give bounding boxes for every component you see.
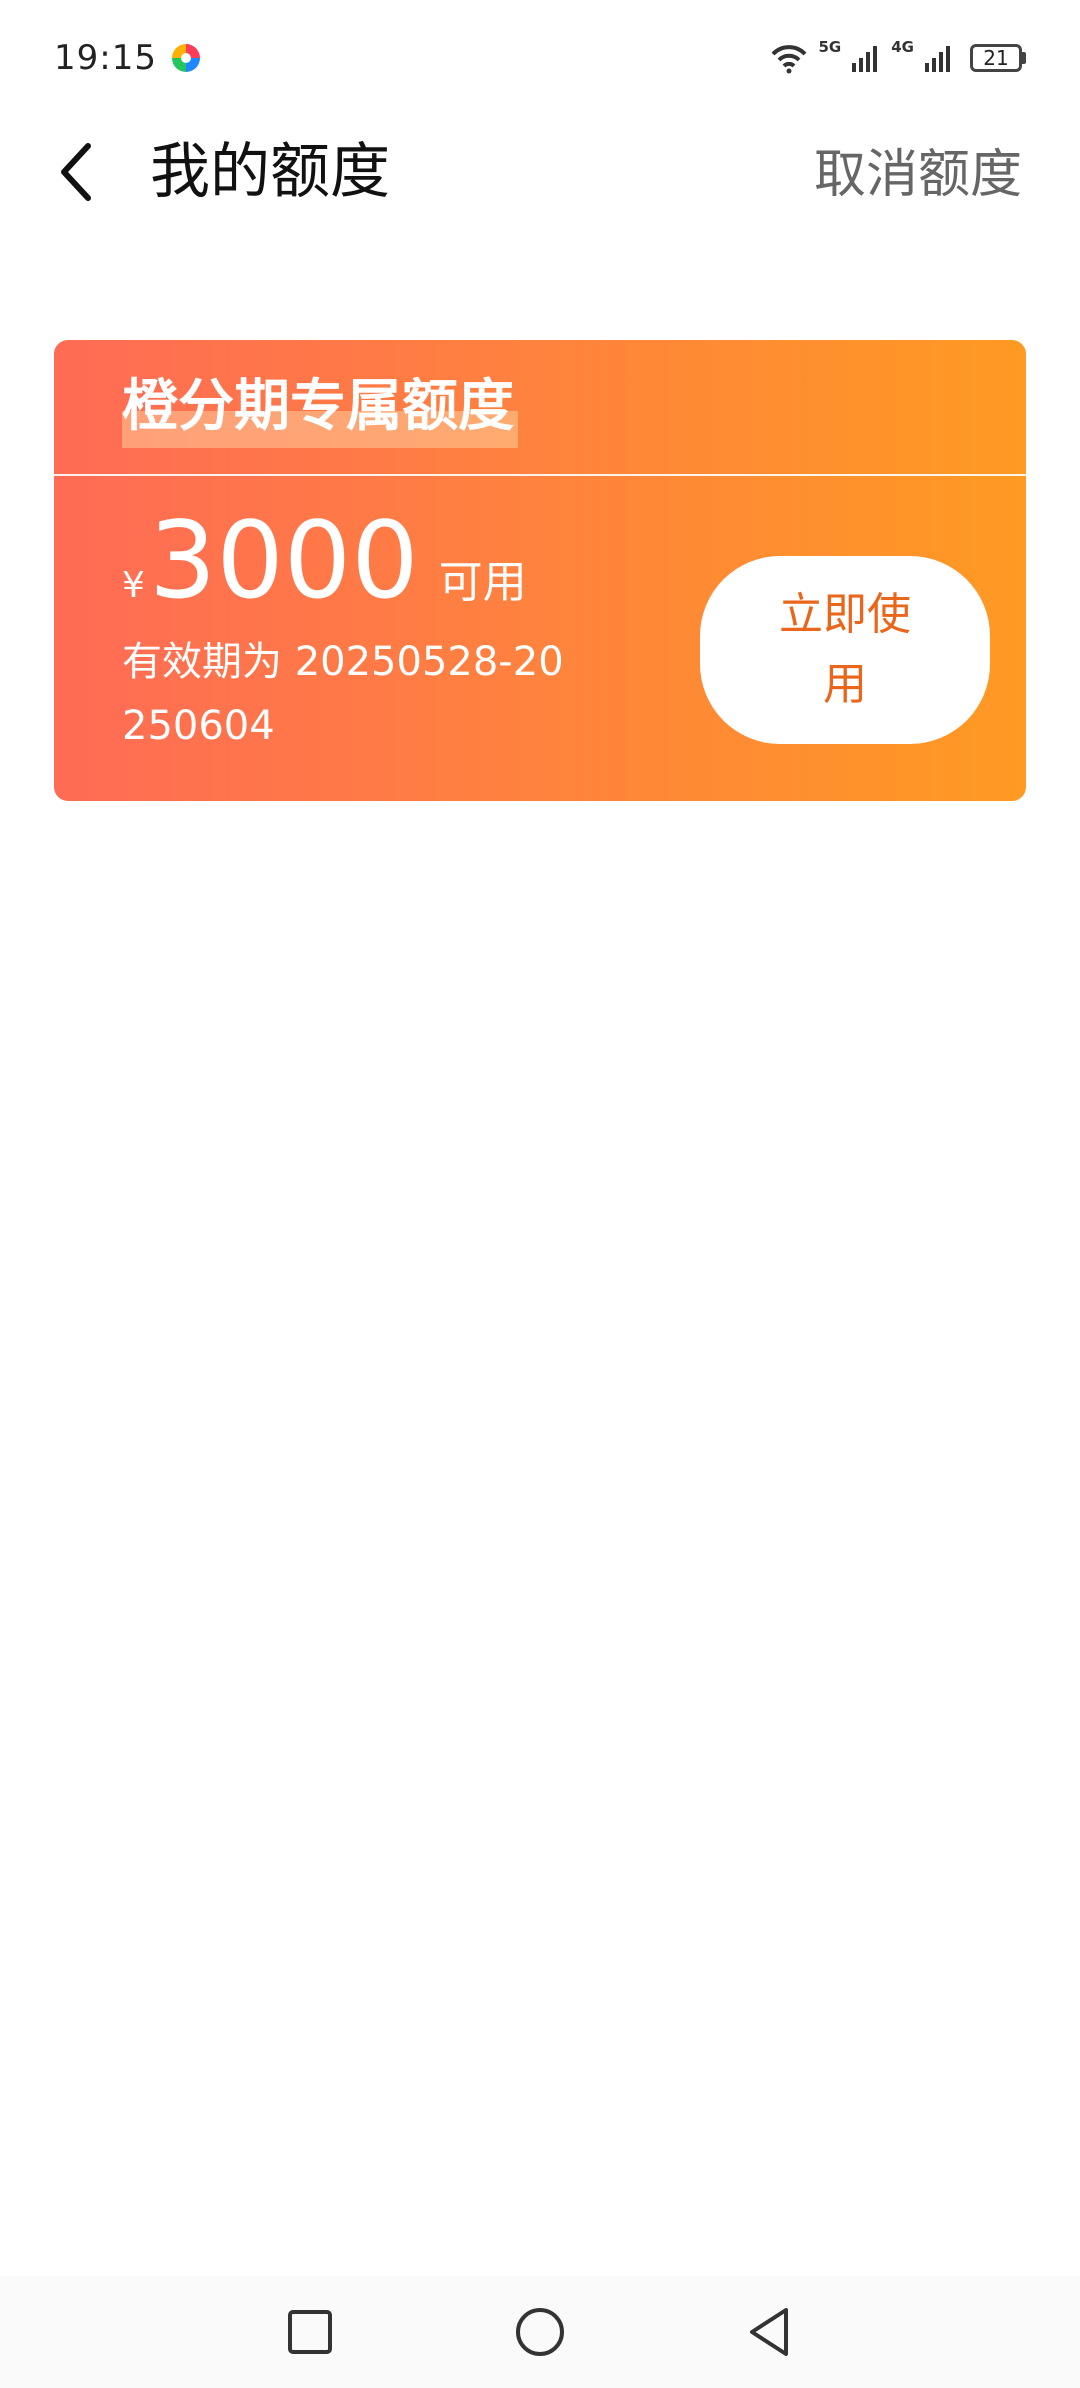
validity-period: 有效期为 20250528-20250604 [122,639,564,749]
network-4g-label: 4G [891,38,914,56]
status-left: 19:15 [54,38,203,78]
back-button[interactable] [40,132,112,212]
amount-row: ¥ 3000 可用 [122,496,527,626]
use-now-button[interactable]: 立即使用 [700,556,990,744]
page-title: 我的额度 [150,137,390,207]
status-time: 19:15 [54,38,157,78]
home-button[interactable] [500,2292,580,2372]
card-title: 橙分期专属额度 [122,366,518,448]
status-right: 5G 4G 21 [769,38,1026,74]
cancel-quota-button[interactable]: 取消额度 [814,136,1022,214]
card-divider [54,474,1026,476]
signal-bars-icon [852,46,878,72]
header: 我的额度 取消额度 [0,116,1080,226]
currency-symbol: ¥ [122,565,145,606]
wifi-icon [771,45,806,74]
chevron-left-icon [61,143,91,201]
square-recents-icon [288,2310,332,2354]
use-now-label: 立即使用 [779,589,911,710]
network-5g-label: 5G [818,38,842,56]
signal-bars-icon [925,46,950,72]
quota-card: 橙分期专属额度 ¥ 3000 可用 有效期为 20250528-20250604… [54,340,1026,801]
system-nav-bar [0,2276,1080,2388]
available-label: 可用 [438,557,527,608]
triangle-back-icon [750,2308,788,2356]
battery-cap [1022,52,1026,64]
colorful-app-logo-icon [171,44,200,72]
status-bar: 19:15 5G 4G 21 [0,0,1080,116]
nav-back-button[interactable] [730,2292,810,2372]
quota-amount: 3000 [148,499,419,622]
circle-home-icon [516,2308,564,2356]
battery-level: 21 [970,44,1022,72]
recents-button[interactable] [270,2292,350,2372]
battery-icon: 21 [970,44,1026,72]
